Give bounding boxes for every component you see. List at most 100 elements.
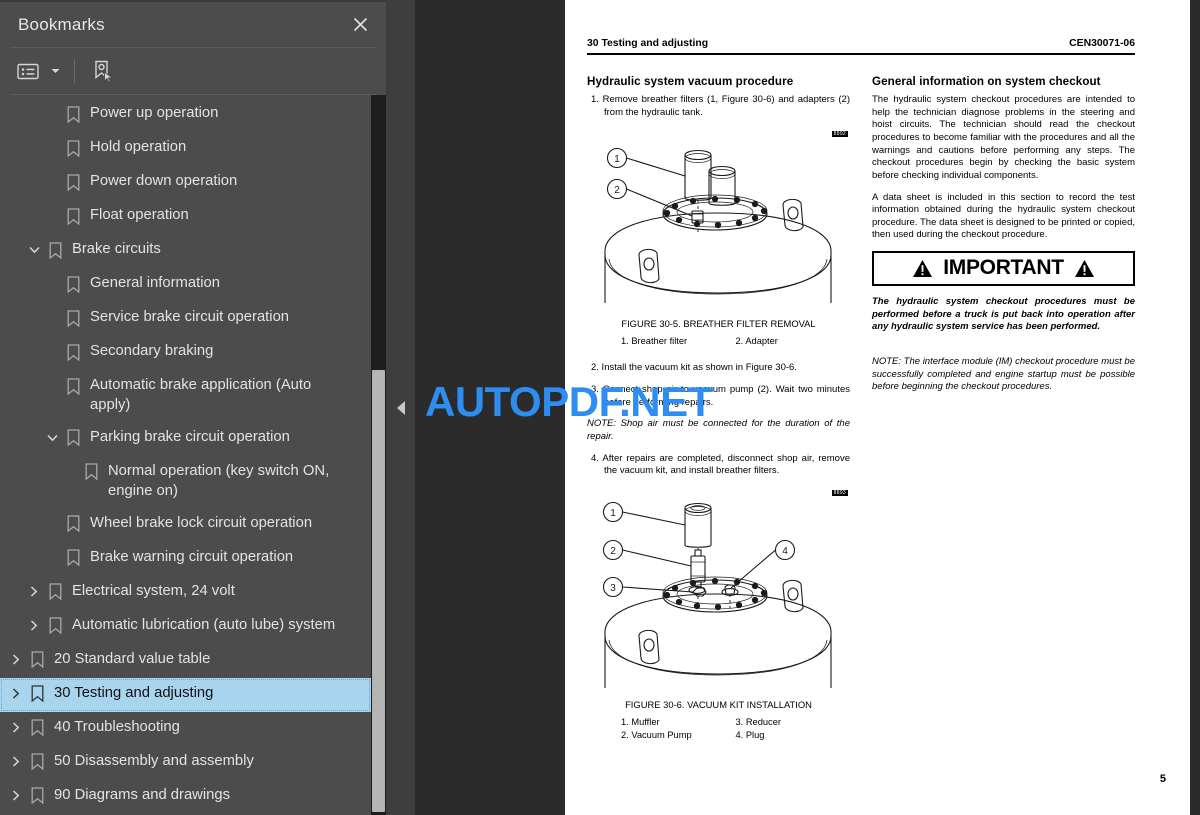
toolbar-divider xyxy=(74,59,75,83)
important-callout-box: IMPORTANT xyxy=(872,251,1135,287)
bookmark-item[interactable]: Float operation xyxy=(0,200,371,234)
header-rule xyxy=(587,53,1135,56)
warning-triangle-icon-right xyxy=(1074,259,1094,277)
right-column: General information on system checkout T… xyxy=(872,75,1135,742)
chevron-down-icon[interactable] xyxy=(24,240,44,260)
warning-triangle-icon xyxy=(913,259,933,277)
legend-item-vacuum-pump: 2. Vacuum Pump xyxy=(621,729,692,740)
bookmark-item[interactable]: Wheel brake lock circuit operation xyxy=(0,508,371,542)
bookmark-item-label: 50 Disassembly and assembly xyxy=(54,752,254,769)
figure-30-5-id-tag: 8892 xyxy=(831,131,848,138)
bookmark-icon xyxy=(62,548,84,568)
bookmark-icon xyxy=(62,206,84,226)
bookmark-item-label: Power up operation xyxy=(90,105,219,121)
figure-30-6: 1 2 3 4 8893 FIGURE 30-6. VACUUM KIT INS… xyxy=(587,489,850,742)
figure-30-5-caption: FIGURE 30-5. BREATHER FILTER REMOVAL xyxy=(621,318,816,330)
bookmark-icon xyxy=(26,650,48,670)
figure-30-6-legend: 1. Muffler 2. Vacuum Pump 3. Reducer 4. … xyxy=(587,716,850,742)
bookmark-item[interactable]: 20 Standard value table xyxy=(0,644,371,678)
bookmark-item-label: Electrical system, 24 volt xyxy=(72,582,235,599)
bookmark-item[interactable]: Power down operation xyxy=(0,166,371,200)
bookmark-item-label: Secondary braking xyxy=(90,343,214,359)
bookmark-item[interactable]: Secondary braking xyxy=(0,336,371,370)
bookmark-item-label: 30 Testing and adjusting xyxy=(54,684,214,701)
procedure-step-4: 4. After repairs are completed, disconne… xyxy=(591,452,850,477)
figure-30-5-legend-left: 1. Breather filter xyxy=(621,336,688,347)
bookmarks-tree: Power up operation Hold operation Power do… xyxy=(0,95,371,814)
bookmark-item[interactable]: Automatic lubrication (auto lube) system xyxy=(0,610,371,644)
twisty-placeholder xyxy=(42,138,62,158)
bookmark-item[interactable]: Service brake circuit operation xyxy=(0,302,371,336)
header-document-code: CEN30071-06 xyxy=(1069,38,1135,49)
checkout-paragraph-1: The hydraulic system checkout procedures… xyxy=(872,94,1135,181)
svg-text:1: 1 xyxy=(614,154,620,165)
svg-text:2: 2 xyxy=(614,185,620,196)
bookmark-item[interactable]: 40 Troubleshooting xyxy=(0,712,371,746)
bookmark-item[interactable]: General information xyxy=(0,268,371,302)
chevron-right-icon[interactable] xyxy=(6,752,26,772)
close-icon[interactable] xyxy=(346,11,374,39)
twisty-placeholder xyxy=(42,376,62,396)
bookmark-item-label: 40 Troubleshooting xyxy=(54,718,180,735)
collapse-left-arrow-icon xyxy=(396,400,405,415)
bookmark-item-label: Power down operation xyxy=(90,173,238,189)
new-bookmark-icon[interactable] xyxy=(87,56,119,86)
bookmarks-scrollbar-thumb[interactable] xyxy=(372,370,385,812)
important-label: IMPORTANT xyxy=(943,256,1064,280)
twisty-placeholder xyxy=(42,514,62,534)
procedure-note: NOTE: Shop air must be connected for the… xyxy=(587,418,850,442)
bookmark-item-label: Wheel brake lock circuit operation xyxy=(90,514,313,531)
interface-module-note: NOTE: The interface module (IM) checkout… xyxy=(872,355,1135,393)
bookmark-item[interactable]: 30 Testing and adjusting xyxy=(0,677,371,712)
panel-collapse-toggle[interactable] xyxy=(386,0,415,815)
bookmark-icon xyxy=(62,172,84,192)
chevron-right-icon[interactable] xyxy=(24,582,44,602)
svg-text:3: 3 xyxy=(610,583,616,594)
bookmark-item[interactable]: Automatic brake application (Auto apply) xyxy=(0,370,371,422)
bookmark-item-label: General information xyxy=(90,275,220,291)
bookmark-item-label: Brake warning circuit operation xyxy=(90,548,294,565)
bookmarks-toolbar xyxy=(0,48,386,94)
legend-item-plug: 4. Plug xyxy=(735,729,765,740)
chevron-right-icon[interactable] xyxy=(6,718,26,738)
bookmark-icon xyxy=(26,718,48,738)
bookmark-item[interactable]: 90 Diagrams and drawings xyxy=(0,780,371,814)
bookmarks-panel-header: Bookmarks xyxy=(0,2,386,47)
bookmark-item-label: Parking brake circuit operation xyxy=(90,428,290,445)
figure-30-6-legend-left: 1. Muffler 2. Vacuum Pump xyxy=(621,716,736,742)
header-section-title: 30 Testing and adjusting xyxy=(587,38,709,49)
twisty-placeholder xyxy=(42,206,62,226)
bookmark-item[interactable]: Brake circuits xyxy=(0,234,371,268)
bookmark-item[interactable]: Brake warning circuit operation xyxy=(0,542,371,576)
bookmark-item[interactable]: Normal operation (key switch ON, engine … xyxy=(0,456,371,508)
bookmark-item[interactable]: Power up operation xyxy=(0,98,371,132)
bookmark-icon xyxy=(62,274,84,294)
chevron-down-icon[interactable] xyxy=(42,428,62,448)
chevron-right-icon[interactable] xyxy=(24,616,44,636)
bookmark-icon xyxy=(62,342,84,362)
list-options-icon[interactable] xyxy=(12,56,44,86)
bookmark-item[interactable]: Hold operation xyxy=(0,132,371,166)
figure-30-6-legend-right: 3. Reducer 4. Plug xyxy=(736,716,851,742)
chevron-right-icon[interactable] xyxy=(6,786,26,806)
svg-text:1: 1 xyxy=(610,508,616,519)
bookmark-icon xyxy=(26,684,48,704)
twisty-placeholder xyxy=(42,342,62,362)
page-running-header: 30 Testing and adjusting CEN30071-06 xyxy=(587,38,1135,51)
bookmark-item-label: Automatic lubrication (auto lube) system xyxy=(72,616,336,633)
svg-text:2: 2 xyxy=(610,546,616,557)
document-viewer[interactable]: 30 Testing and adjusting CEN30071-06 Hyd… xyxy=(415,0,1200,815)
bookmark-item[interactable]: Parking brake circuit operation xyxy=(0,422,371,456)
chevron-down-icon[interactable] xyxy=(48,56,62,86)
right-column-heading: General information on system checkout xyxy=(872,75,1101,89)
bookmark-item-label: Normal operation (key switch ON, engine … xyxy=(108,462,330,499)
chevron-right-icon[interactable] xyxy=(6,650,26,670)
legend-item-muffler: 1. Muffler xyxy=(621,716,660,727)
chevron-right-icon[interactable] xyxy=(6,684,26,704)
important-body-text: The hydraulic system checkout procedures… xyxy=(872,296,1135,333)
bookmark-item-label: 20 Standard value table xyxy=(54,650,211,667)
bookmark-item[interactable]: Electrical system, 24 volt xyxy=(0,576,371,610)
bookmark-item[interactable]: 50 Disassembly and assembly xyxy=(0,746,371,780)
page-number: 5 xyxy=(1159,773,1166,785)
bookmark-item-label: Hold operation xyxy=(90,139,187,155)
